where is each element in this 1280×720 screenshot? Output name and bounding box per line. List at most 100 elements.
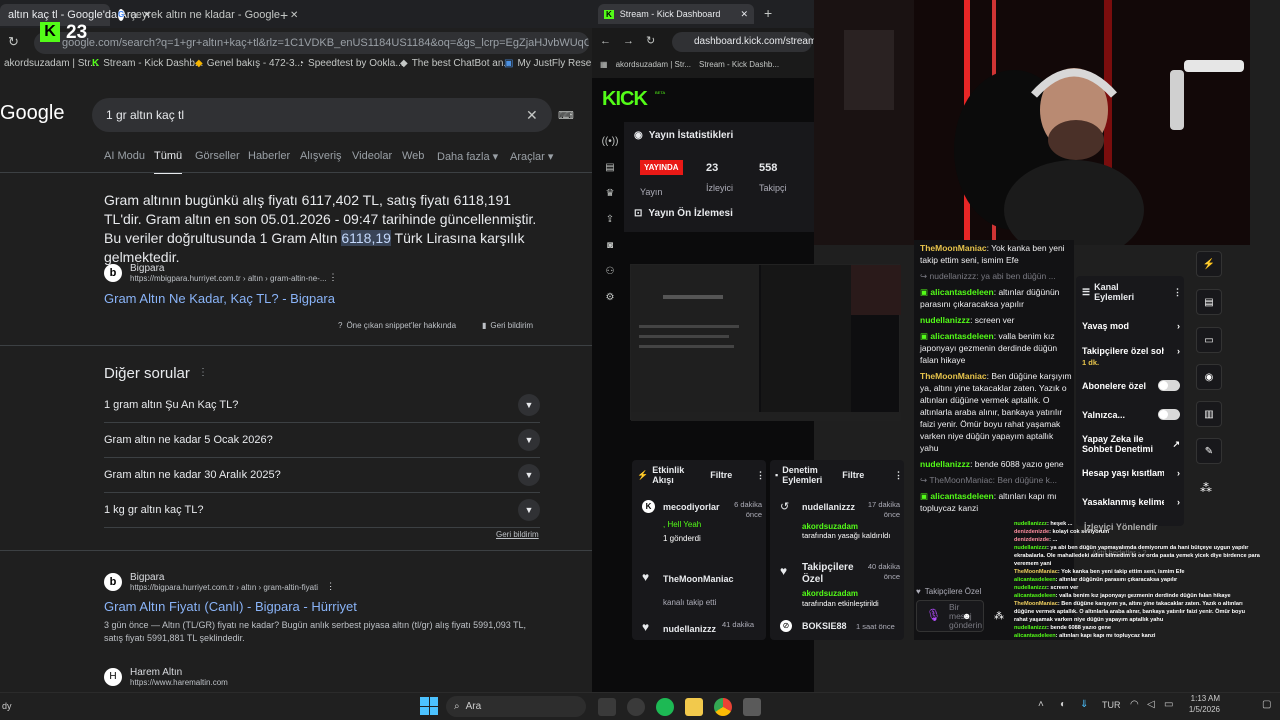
bookmark-item[interactable]: akordsuzadam | Str... — [616, 60, 691, 69]
tab-web[interactable]: Web — [402, 150, 424, 162]
activity-user[interactable]: nudellanizzz — [663, 624, 716, 634]
result-link-1[interactable]: Gram Altın Ne Kadar, Kaç TL? - Bigpara — [104, 291, 335, 306]
task-view-icon[interactable] — [598, 698, 616, 716]
users-icon[interactable]: ⚇ — [598, 266, 622, 284]
bookmark-item[interactable]: ▣My JustFly Reservati... — [504, 58, 592, 69]
filter-button[interactable]: Filtre — [710, 470, 732, 480]
share-icon[interactable]: ⁂ — [1200, 481, 1212, 495]
bookmark-item[interactable]: ◆ Genel bakış - 472-3... — [195, 58, 303, 69]
chat-icon[interactable]: ▭ — [1196, 327, 1222, 353]
calculator-icon[interactable] — [743, 698, 761, 716]
more-options-icon[interactable]: ⋮ — [329, 272, 338, 283]
reload-icon[interactable]: ↻ — [8, 34, 19, 50]
feedback-link-2[interactable]: Geri bildirim — [496, 530, 539, 539]
result-link-2[interactable]: Gram Altın Fiyatı (Canlı) - Bigpara - Hü… — [104, 599, 357, 614]
filter-button[interactable]: Filtre — [842, 470, 864, 480]
chevron-up-icon[interactable]: ˄ — [1038, 699, 1044, 710]
document-icon[interactable]: ▤ — [1196, 289, 1222, 315]
battery-icon[interactable]: ▭ — [1164, 699, 1173, 710]
tray-icon[interactable]: ◐ — [1060, 699, 1066, 710]
moderation-user[interactable]: BOKSIE88 — [802, 621, 847, 631]
spotify-icon[interactable] — [656, 698, 674, 716]
share-icon[interactable]: ⁂ — [994, 611, 1004, 622]
stream-icon[interactable]: ((•)) — [598, 136, 622, 154]
settings-icon[interactable]: ⚙ — [598, 292, 622, 310]
ai-moderation-row[interactable]: Yapay Zeka ile Sohbet Denetimi ↗ — [1082, 434, 1180, 454]
volume-icon[interactable]: ◁ — [1147, 699, 1155, 710]
back-icon[interactable]: ← — [600, 35, 611, 47]
banned-words-row[interactable]: Yasaklanmış kelimeler› — [1082, 497, 1180, 507]
question-item[interactable]: 1 gram altın Şu An Kaç TL? ▼ — [104, 388, 540, 423]
new-tab-button[interactable]: + — [764, 5, 772, 21]
subscribers-only-toggle[interactable] — [1158, 380, 1180, 391]
followers-only-row[interactable]: Takipçilere özel sohbet› — [1082, 346, 1180, 356]
more-options-icon[interactable]: ⋮ — [756, 470, 765, 481]
obs-icon[interactable] — [627, 698, 645, 716]
address-bar[interactable]: google.com/search?q=1+gr+altın+kaç+tl&rl… — [34, 32, 589, 54]
microphone-icon[interactable]: 🎙 — [926, 608, 941, 622]
emote-only-toggle[interactable] — [1158, 409, 1180, 420]
taskbar-search[interactable]: ⌕ Ara — [446, 696, 586, 717]
moderation-user[interactable]: nudellanizzz — [802, 502, 855, 512]
tab-images[interactable]: Görseller — [195, 150, 240, 162]
bookmark-item[interactable]: ◔ Speedtest by Ookla... — [298, 58, 404, 69]
account-age-row[interactable]: Hesap yaşı kısıtlaması› — [1082, 468, 1180, 478]
usb-icon[interactable]: ⇓ — [1080, 699, 1088, 710]
feedback-link[interactable]: ▮ Geri bildirim — [482, 321, 533, 330]
notification-icon[interactable]: ▢ — [1262, 699, 1271, 710]
wifi-icon[interactable]: ◠ — [1130, 699, 1139, 710]
layout-icon[interactable]: ▥ — [1196, 401, 1222, 427]
forward-icon[interactable]: → — [623, 35, 634, 47]
activity-user[interactable]: TheMoonManiac — [663, 574, 734, 584]
tab-all[interactable]: Tümü — [154, 150, 183, 174]
slow-mode-row[interactable]: Yavaş mod › — [1082, 321, 1180, 331]
google-logo[interactable]: Google — [0, 102, 65, 125]
question-item[interactable]: Gram altın ne kadar 5 Ocak 2026? ▼ — [104, 423, 540, 458]
chat-user[interactable]: TheMoonManiac — [929, 475, 992, 485]
moderation-by[interactable]: akordsuzadam — [802, 522, 858, 531]
tab-news[interactable]: Haberler — [248, 150, 290, 162]
wrench-icon[interactable]: ✎ — [1196, 438, 1222, 464]
chat-user[interactable]: nudellanizzz — [929, 271, 976, 281]
file-explorer-icon[interactable] — [685, 698, 703, 716]
windows-start-icon[interactable] — [420, 697, 438, 715]
analytics-icon[interactable]: ▤ — [598, 162, 622, 180]
bookmark-item[interactable]: Stream - Kick Dashb... — [699, 60, 779, 69]
tab-videos[interactable]: Videolar — [352, 150, 392, 162]
chat-user[interactable]: alicantasdeleen — [930, 491, 993, 501]
more-options-icon[interactable]: ⋮ — [198, 367, 208, 378]
chat-user[interactable]: nudellanizzz — [920, 459, 970, 469]
close-icon[interactable]: ✕ — [290, 10, 298, 21]
tab-google-search-2[interactable]: G çeyrek altın ne kladar - Google ✕ — [118, 4, 298, 26]
chat-user[interactable]: nudellanizzz — [920, 315, 970, 325]
lightning-icon[interactable]: ⚡ — [1196, 251, 1222, 277]
language-indicator[interactable]: TUR — [1102, 700, 1121, 710]
new-tab-button[interactable]: + — [280, 4, 288, 26]
chat-user[interactable]: alicantasdeleen — [930, 287, 993, 297]
bookmark-item[interactable]: K Stream - Kick Dashb... — [92, 58, 203, 69]
more-options-icon[interactable]: ⋮ — [894, 470, 903, 481]
upload-icon[interactable]: ⇪ — [598, 214, 622, 232]
bookmark-item[interactable]: akordsuzadam | Str... — [4, 58, 98, 69]
activity-user[interactable]: mecodiyorlar — [663, 502, 720, 512]
camera-icon[interactable]: ◙ — [598, 240, 622, 258]
question-item[interactable]: Gram altın ne kadar 30 Aralık 2025? ▼ — [104, 458, 540, 493]
chat-user[interactable]: alicantasdeleen — [930, 331, 993, 341]
tab-shopping[interactable]: Alışveriş — [300, 150, 342, 162]
clock-time[interactable]: 1:13 AM — [1186, 694, 1220, 703]
tab-tools[interactable]: Araçlar ▾ — [510, 150, 553, 163]
tab-kick-dashboard[interactable]: K Stream - Kick Dashboard ✕ — [598, 4, 754, 24]
tab-more[interactable]: Daha fazla ▾ — [437, 150, 498, 163]
source-url[interactable]: https://bigpara.hurriyet.com.tr › altın … — [130, 583, 318, 592]
bookmark-item[interactable]: ◆ The best ChatBot an... — [400, 58, 512, 69]
emoji-icon[interactable]: ☻ — [962, 611, 971, 621]
broadcast-icon[interactable]: ◉ — [1196, 364, 1222, 390]
stream-preview[interactable] — [630, 264, 901, 421]
keyboard-icon[interactable]: ⌨ — [558, 109, 574, 122]
search-input[interactable]: 1 gr altın kaç tl — [92, 98, 552, 132]
moderation-by[interactable]: akordsuzadam — [802, 589, 858, 598]
reload-icon[interactable]: ↻ — [646, 34, 655, 47]
address-bar[interactable]: dashboard.kick.com/stream — [672, 32, 814, 52]
close-icon[interactable]: ✕ — [740, 9, 748, 20]
moderation-user[interactable]: Takipçilere Özel — [802, 562, 854, 586]
